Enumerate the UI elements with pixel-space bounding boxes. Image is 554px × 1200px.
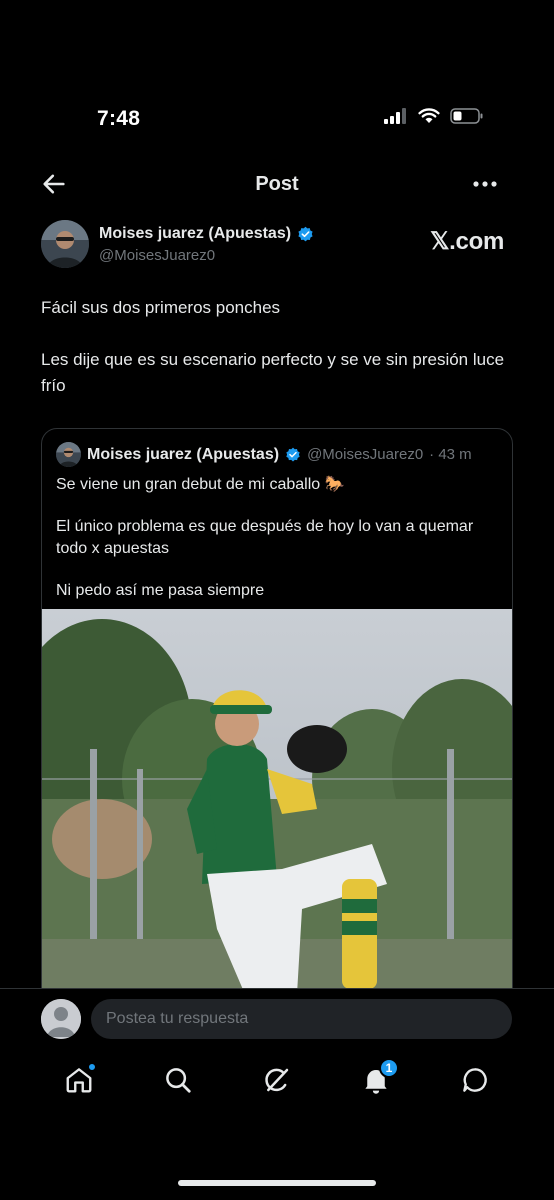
nav-header: Post	[0, 160, 554, 210]
search-icon	[166, 1068, 191, 1093]
wifi-icon	[418, 108, 440, 123]
quoted-paragraph: El único problema es que después de hoy …	[56, 518, 474, 557]
quoted-post-time: · 43 m	[429, 446, 472, 463]
quoted-post[interactable]: Moises juarez (Apuestas) @MoisesJuarez0 …	[41, 428, 513, 1028]
signal-icon	[384, 108, 406, 124]
post-paragraph: Les dije que es su escenario perfecto y …	[41, 350, 505, 395]
quoted-post-body: Se viene un gran debut de mi caballo 🐎 E…	[56, 474, 506, 622]
avatar[interactable]	[41, 220, 89, 268]
default-avatar-icon	[41, 999, 81, 1039]
quoted-paragraph: Ni pedo así me pasa siempre	[56, 582, 265, 599]
author-name[interactable]: Moises juarez (Apuestas)	[99, 225, 291, 243]
nav-home[interactable]	[59, 1062, 99, 1098]
more-options-button[interactable]	[470, 170, 506, 200]
bottom-navigation: 1	[0, 1050, 554, 1110]
quoted-post-header: Moises juarez (Apuestas) @MoisesJuarez0 …	[56, 442, 472, 467]
battery-icon	[450, 108, 483, 124]
baseball-pitcher-photo	[42, 609, 512, 1027]
nav-notifications[interactable]: 1	[356, 1058, 399, 1098]
post-paragraph: Fácil sus dos primeros ponches	[41, 298, 281, 317]
quoted-post-image[interactable]	[42, 609, 512, 1027]
status-icons	[384, 108, 484, 124]
messages-icon	[463, 1068, 487, 1092]
post-body: Fácil sus dos primeros ponches Les dije …	[41, 295, 521, 425]
quoted-paragraph: Se viene un gran debut de mi caballo 🐎	[56, 476, 345, 493]
nav-grok[interactable]	[257, 1062, 297, 1098]
home-unread-dot	[88, 1063, 96, 1071]
nav-messages[interactable]	[455, 1062, 495, 1098]
verified-badge-icon	[286, 447, 300, 461]
nav-search[interactable]	[158, 1062, 198, 1098]
author-name-row[interactable]: Moises juarez (Apuestas)	[99, 225, 314, 243]
notification-count-badge: 1	[379, 1058, 399, 1078]
more-icon	[473, 181, 497, 187]
verified-badge-icon	[298, 226, 313, 241]
grok-icon	[265, 1068, 289, 1092]
status-time: 7:48	[97, 107, 141, 130]
reply-bar	[0, 988, 554, 1050]
quoted-avatar-photo	[56, 442, 81, 467]
quoted-author-name: Moises juarez (Apuestas)	[87, 445, 280, 463]
status-bar: 7:48	[0, 0, 554, 150]
reply-input[interactable]	[91, 999, 512, 1039]
home-indicator	[178, 1180, 376, 1186]
x-com-label: 𝕏.com	[430, 228, 504, 255]
user-avatar[interactable]	[41, 999, 81, 1039]
quoted-author-handle: @MoisesJuarez0	[307, 446, 424, 463]
author-handle[interactable]: @MoisesJuarez0	[99, 247, 215, 264]
post-author: Moises juarez (Apuestas) @MoisesJuarez0 …	[40, 219, 514, 271]
avatar-photo	[41, 220, 89, 268]
quoted-avatar	[56, 442, 81, 467]
